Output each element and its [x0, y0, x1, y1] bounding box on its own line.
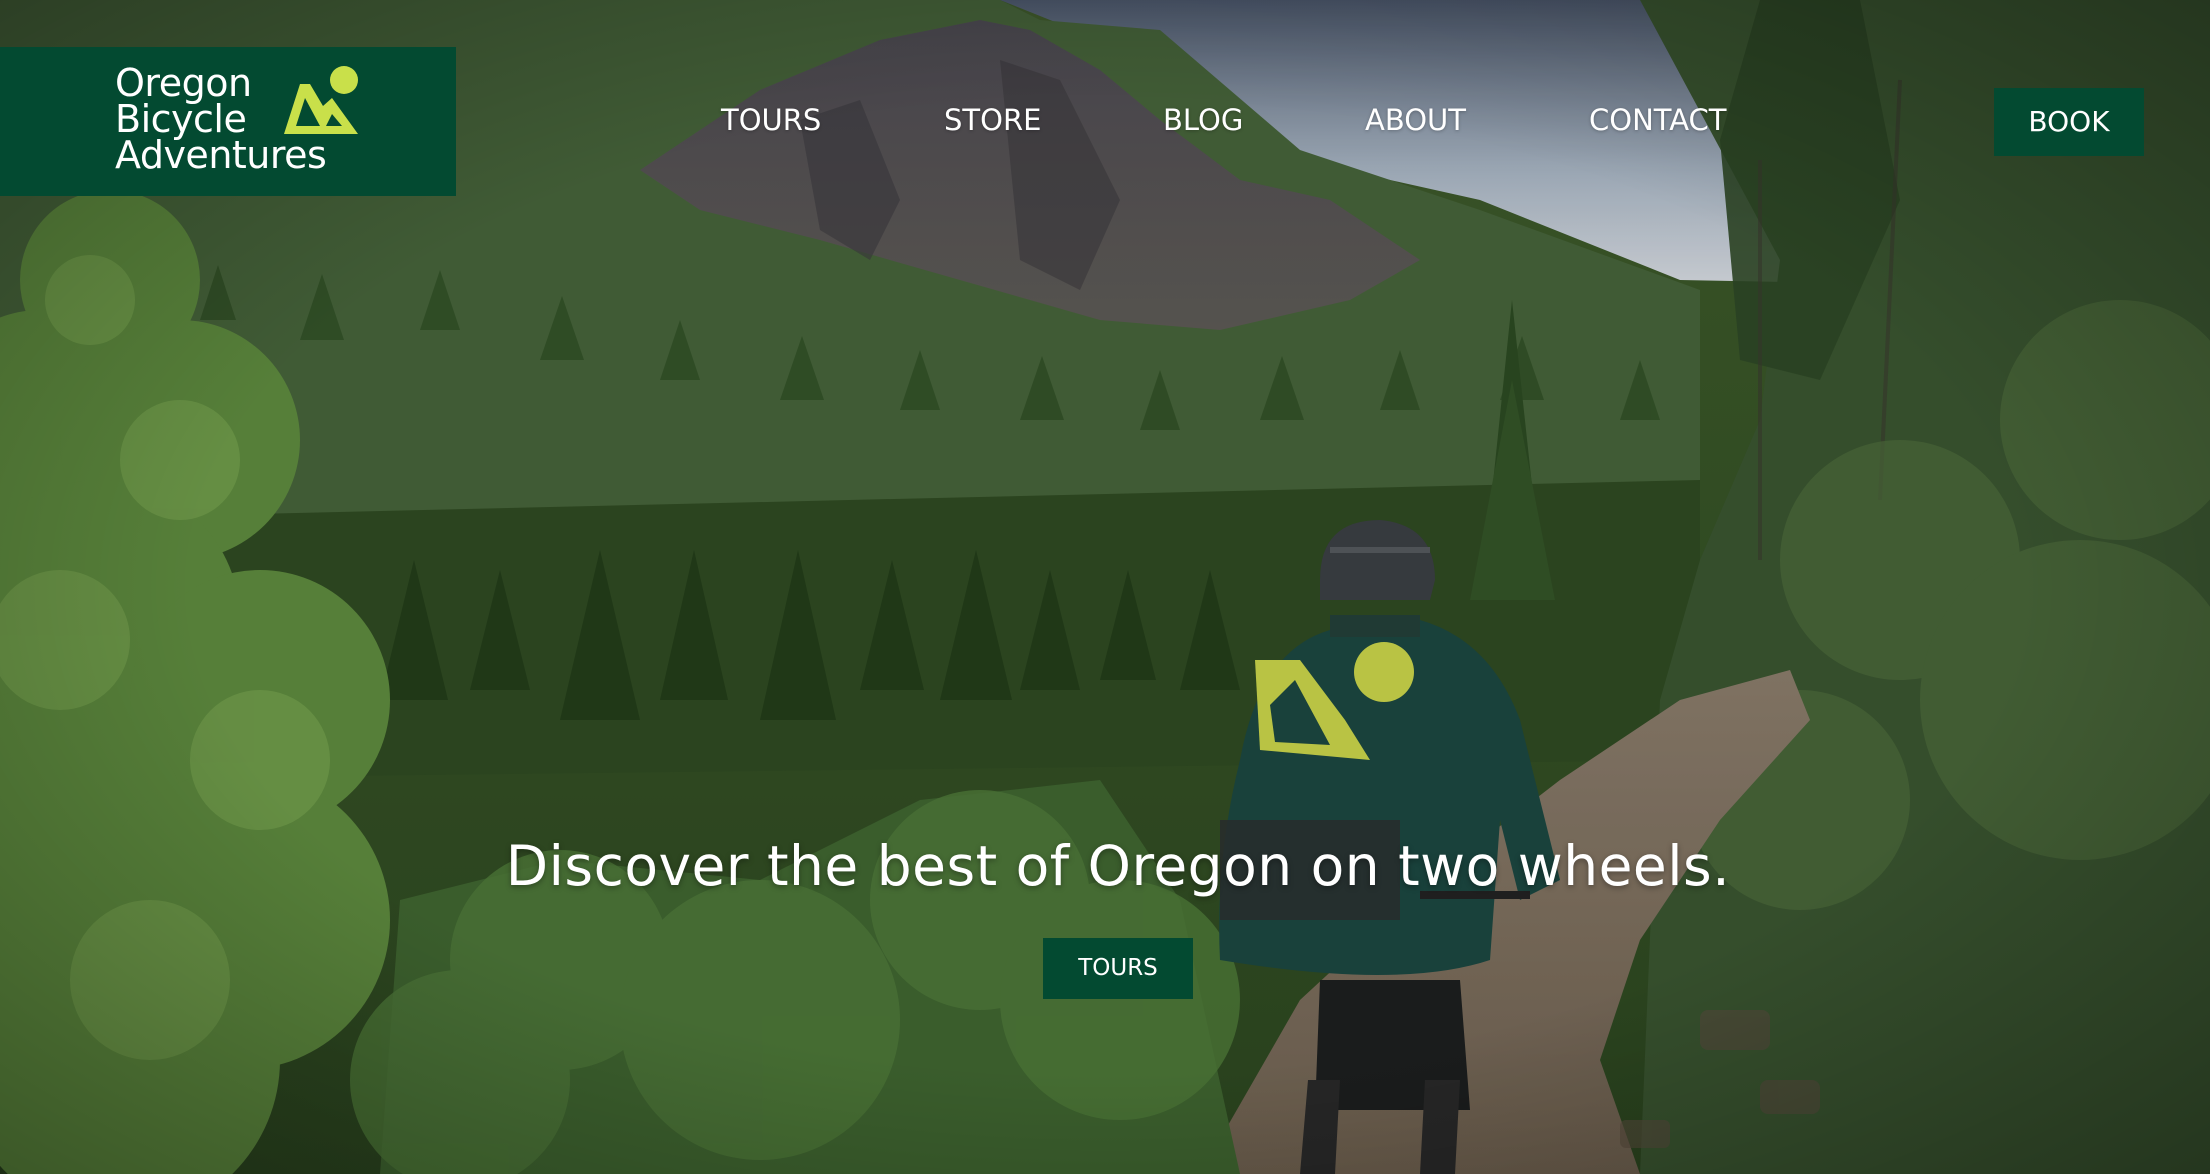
nav-tours[interactable]: TOURS [721, 100, 821, 140]
mountain-sun-logo-icon [284, 66, 358, 134]
logo-line-3: Adventures [115, 133, 327, 177]
site-logo[interactable]: Oregon Bicycle Adventures [0, 47, 456, 196]
nav-blog[interactable]: BLOG [1163, 100, 1243, 140]
tours-cta-button[interactable]: TOURS [1043, 938, 1193, 999]
hero-section: Oregon Bicycle Adventures TOURS STORE BL… [0, 0, 2210, 1174]
book-button[interactable]: BOOK [1994, 88, 2144, 156]
nav-about[interactable]: ABOUT [1365, 100, 1466, 140]
nav-store[interactable]: STORE [944, 100, 1041, 140]
hero-headline: Discover the best of Oregon on two wheel… [505, 834, 1731, 898]
nav-contact[interactable]: CONTACT [1589, 100, 1727, 140]
